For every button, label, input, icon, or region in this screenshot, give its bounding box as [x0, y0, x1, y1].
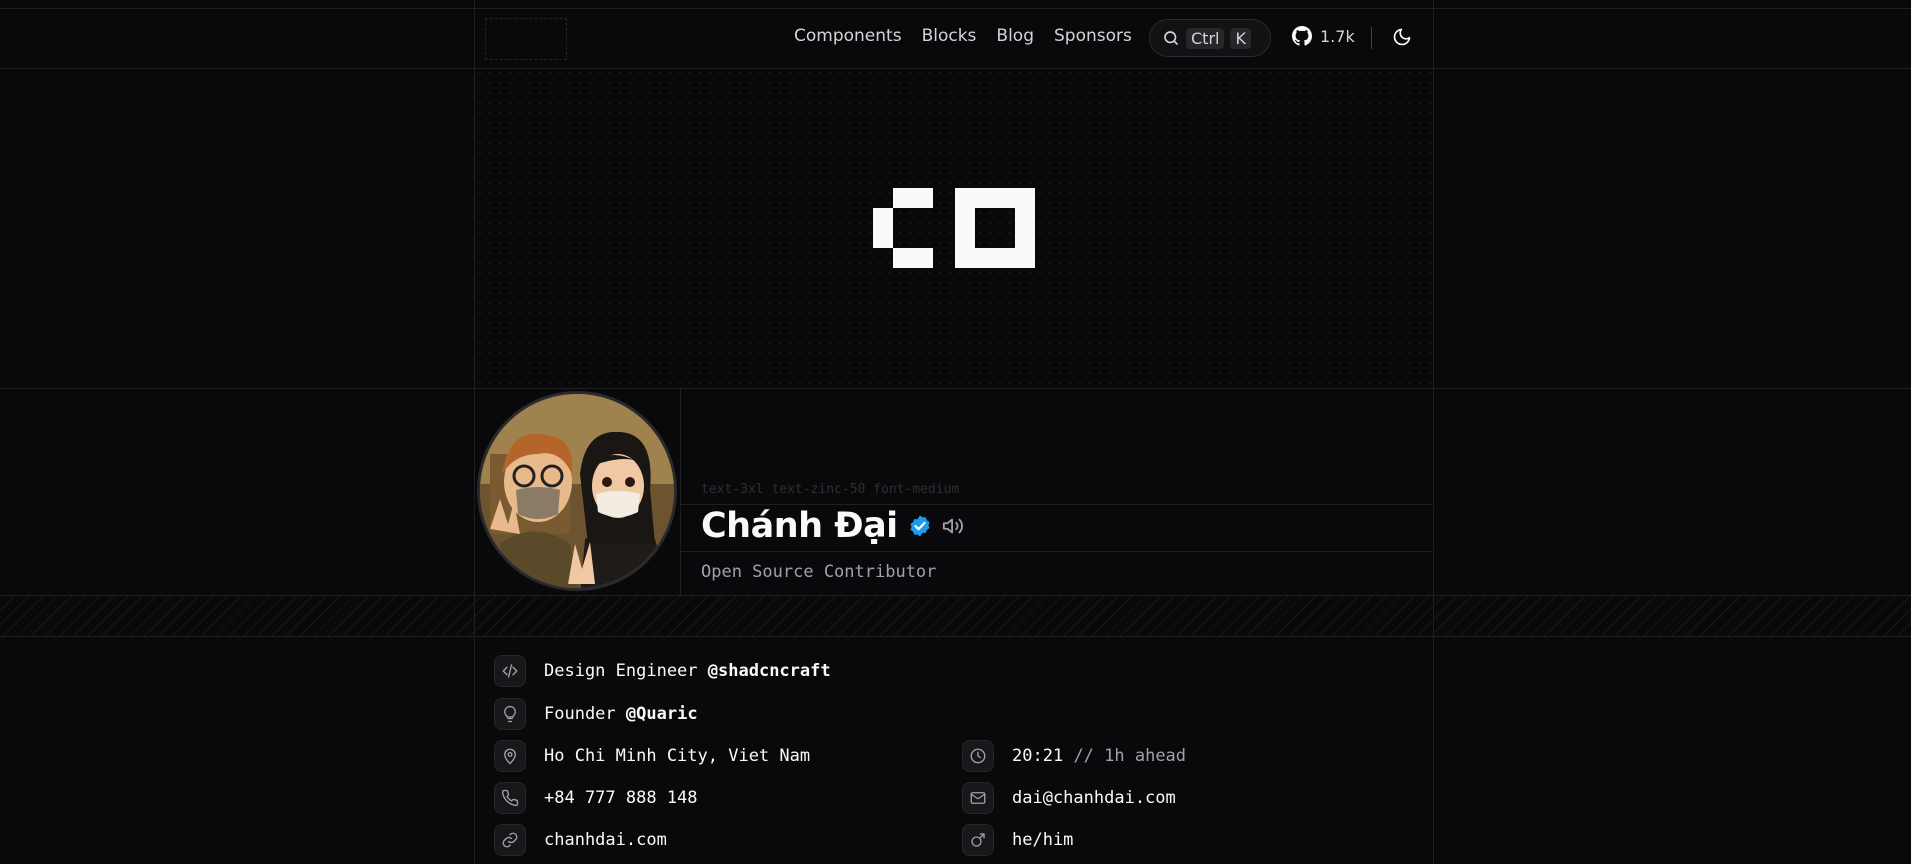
- job-company-link[interactable]: @shadcncraft: [708, 661, 831, 681]
- info-item-website: chanhdai.com: [494, 824, 667, 856]
- avatar: [477, 391, 677, 591]
- info-item-phone: +84 777 888 148: [494, 782, 698, 814]
- link-icon: [494, 824, 526, 856]
- speaker-icon[interactable]: [942, 515, 964, 537]
- male-symbol-icon: [962, 824, 994, 856]
- founder-title: Founder: [544, 704, 616, 724]
- shortcut-key-k: K: [1230, 27, 1251, 49]
- time-offset: // 1h ahead: [1073, 746, 1187, 766]
- search-icon: [1164, 31, 1178, 45]
- theme-toggle-button[interactable]: [1392, 27, 1412, 51]
- search-button[interactable]: Ctrl K: [1149, 19, 1271, 57]
- info-item-pronouns: he/him: [962, 824, 1073, 856]
- moon-icon: [1393, 28, 1411, 46]
- job-title: Design Engineer: [544, 661, 698, 681]
- nav-link-blog[interactable]: Blog: [996, 26, 1034, 46]
- nav-link-sponsors[interactable]: Sponsors: [1054, 26, 1132, 46]
- header-divider: [1371, 27, 1372, 49]
- github-icon: [1292, 26, 1312, 46]
- pronouns-text: he/him: [1012, 830, 1074, 850]
- nav-link-components[interactable]: Components: [794, 26, 902, 46]
- clock-icon: [962, 740, 994, 772]
- phone-icon: [494, 782, 526, 814]
- profile-role: Open Source Contributor: [701, 562, 937, 582]
- profile-name-row: Chánh Đại: [701, 506, 964, 546]
- nav-link-blocks[interactable]: Blocks: [922, 26, 977, 46]
- info-item-location: Ho Chi Minh City, Viet Nam: [494, 740, 810, 772]
- phone-link[interactable]: +84 777 888 148: [544, 788, 698, 808]
- github-link[interactable]: 1.7k: [1292, 26, 1355, 46]
- email-link[interactable]: dai@chanhdai.com: [1012, 788, 1176, 808]
- hero-banner: [475, 68, 1433, 388]
- website-link[interactable]: chanhdai.com: [544, 830, 667, 850]
- profile-name: Chánh Đại: [701, 506, 898, 546]
- info-item-founder: Founder @Quaric: [494, 698, 698, 730]
- founder-company-link[interactable]: @Quaric: [626, 704, 698, 724]
- code-icon: [494, 655, 526, 687]
- mail-icon: [962, 782, 994, 814]
- home-logo-link[interactable]: [485, 18, 567, 60]
- divider-stripes: [0, 596, 1911, 636]
- main-nav: Components Blocks Blog Sponsors: [794, 26, 1132, 46]
- github-stars-count: 1.7k: [1320, 26, 1355, 46]
- class-hint-text: text-3xl text-zinc-50 font-medium: [701, 482, 960, 497]
- info-item-job: Design Engineer @shadcncraft: [494, 655, 831, 687]
- local-time: 20:21: [1012, 746, 1064, 766]
- location-text: Ho Chi Minh City, Viet Nam: [544, 746, 811, 766]
- info-item-time: 20:21 // 1h ahead: [962, 740, 1186, 772]
- brand-mark-icon: [873, 188, 1035, 268]
- shortcut-key-ctrl: Ctrl: [1186, 27, 1225, 49]
- info-item-email: dai@chanhdai.com: [962, 782, 1176, 814]
- verified-badge-icon: [910, 515, 930, 537]
- site-header: Components Blocks Blog Sponsors Ctrl K 1…: [0, 0, 1911, 68]
- lightbulb-icon: [494, 698, 526, 730]
- map-pin-icon: [494, 740, 526, 772]
